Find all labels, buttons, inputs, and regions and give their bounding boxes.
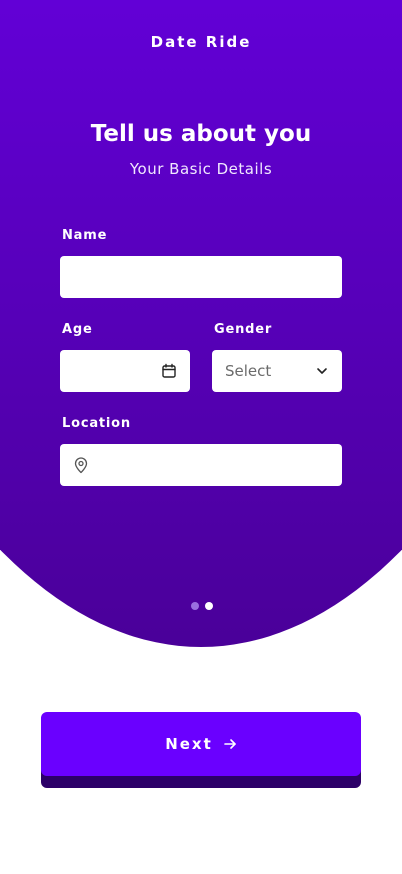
- name-label: Name: [62, 228, 108, 243]
- app-title: Date Ride: [150, 33, 252, 51]
- page-subheading: Your Basic Details: [129, 160, 273, 178]
- location-label: Location: [62, 416, 131, 431]
- map-pin-icon: [74, 457, 88, 474]
- gender-selected-value: Select: [225, 362, 272, 380]
- chevron-down-icon: [317, 368, 327, 374]
- hero-background: [0, 0, 402, 647]
- hero-panel: Date Ride Tell us about you Your Basic D…: [0, 0, 402, 648]
- age-input[interactable]: [60, 350, 156, 392]
- pagination-dots: [191, 602, 213, 610]
- pagination-dot-2[interactable]: [205, 602, 213, 610]
- gender-select[interactable]: Select: [212, 350, 342, 392]
- location-field-container: [60, 444, 342, 486]
- next-button[interactable]: Next: [41, 712, 361, 776]
- pagination-dot-1[interactable]: [191, 602, 199, 610]
- name-input[interactable]: [60, 256, 342, 298]
- calendar-icon[interactable]: [161, 363, 177, 379]
- name-field-container: [60, 256, 342, 298]
- location-input[interactable]: [60, 444, 342, 486]
- arrow-right-icon: [223, 739, 236, 749]
- page-heading: Tell us about you: [90, 121, 312, 147]
- gender-label: Gender: [214, 322, 273, 337]
- age-field-container: [60, 350, 190, 392]
- age-label: Age: [62, 322, 93, 337]
- next-button-label: Next: [165, 735, 213, 753]
